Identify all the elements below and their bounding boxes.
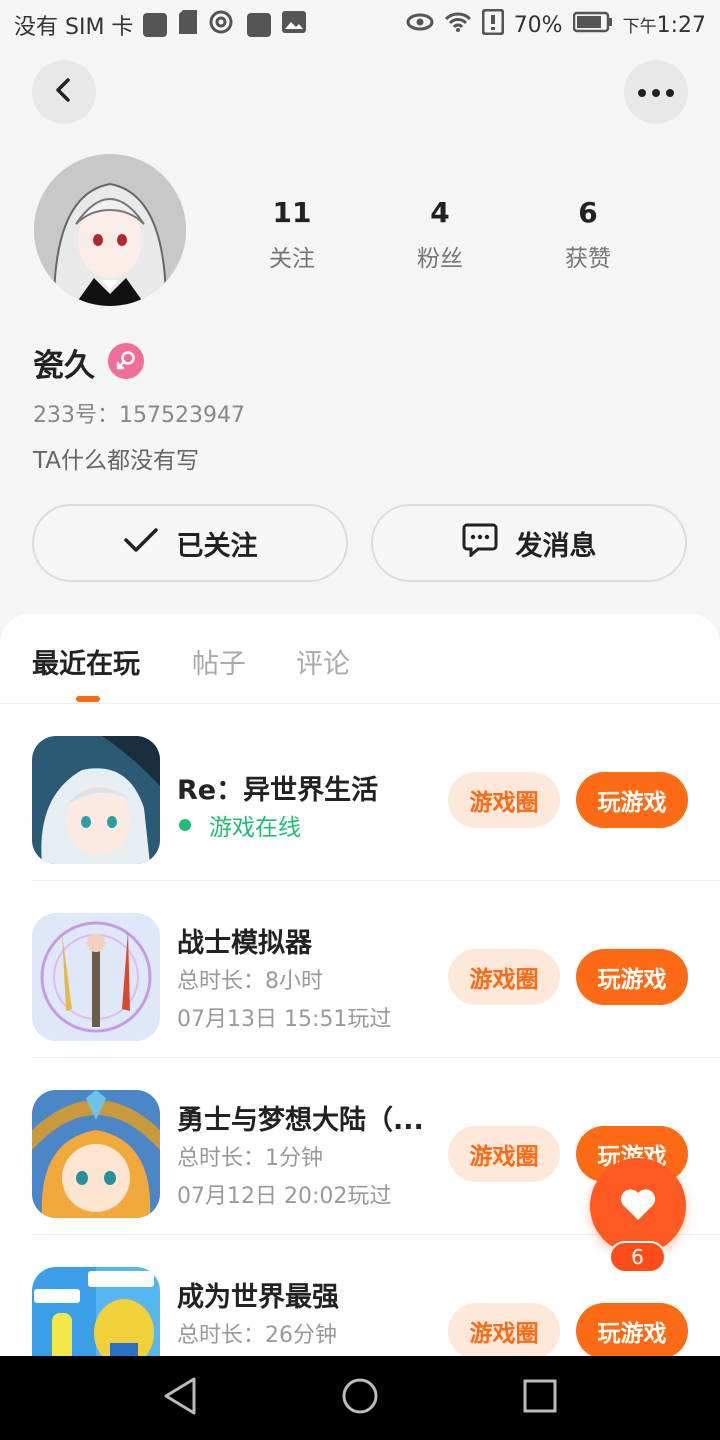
game-circle-button[interactable]: 游戏圈 [448,772,560,828]
more-options-button[interactable] [624,60,688,124]
wifi-icon [444,11,472,39]
nav-recents-button[interactable] [518,1376,562,1420]
more-dots-icon [636,83,676,102]
game-circle-button[interactable]: 游戏圈 [448,1303,560,1356]
stat-number: 6 [578,196,598,229]
game-icon[interactable] [32,1267,160,1356]
circle-home-icon [340,1376,380,1420]
tab-posts[interactable]: 帖子 [192,642,246,681]
message-label: 发消息 [515,530,597,562]
game-icon[interactable] [32,736,160,864]
stat-following[interactable]: 11 关注 [232,196,352,273]
battery-percent: 70% [513,12,563,38]
tab-recently-played[interactable]: 最近在玩 [32,642,140,681]
following-button[interactable]: 已关注 [32,504,348,582]
chat-bubble-icon [462,523,498,564]
alert-icon [481,8,505,41]
play-duration: 总时长：1分钟 [177,1146,323,1171]
stat-number: 4 [430,196,450,229]
game-row[interactable]: Re：异世界生活 游戏在线 游戏圈 玩游戏 [0,704,720,881]
image-icon [281,10,307,40]
like-count-badge: 6 [609,1241,666,1273]
game-row[interactable]: 战士模拟器 总时长：8小时 07月13日 15:51玩过 游戏圈 玩游戏 [0,881,720,1058]
game-name: 成为世界最强 [177,1282,339,1313]
notification-icon [143,13,168,37]
avatar[interactable] [34,154,186,306]
following-label: 已关注 [176,530,258,562]
system-nav-bar [0,1356,720,1440]
last-played: 07月12日 20:02玩过 [177,1184,392,1209]
active-tab-indicator [76,696,100,702]
play-game-button[interactable]: 玩游戏 [576,772,688,828]
online-dot-icon [179,819,191,831]
back-button[interactable] [32,60,96,124]
chevron-left-icon [52,76,76,108]
message-button[interactable]: 发消息 [371,504,687,582]
stat-likes[interactable]: 6 获赞 [528,196,648,273]
heart-icon [618,1186,658,1226]
clock: 1:27 [656,13,706,38]
game-circle-button[interactable]: 游戏圈 [448,1126,560,1182]
like-button[interactable] [590,1158,686,1254]
triangle-back-icon [162,1376,198,1420]
time-prefix: 下午 [622,17,657,37]
nav-back-button[interactable] [158,1376,202,1420]
sd-card-icon [177,9,199,41]
square-recents-icon [522,1378,558,1418]
female-gender-icon [108,343,144,379]
battery-icon [572,11,613,39]
play-duration: 总时长：8小时 [177,969,323,994]
user-id: 233号：157523947 [33,403,245,428]
app-notification-icon [247,13,272,37]
game-circle-button[interactable]: 游戏圈 [448,949,560,1005]
online-status-label: 游戏在线 [209,815,301,841]
last-played: 07月13日 15:51玩过 [177,1007,392,1032]
stat-label: 获赞 [565,246,611,272]
eye-icon [406,12,434,38]
nav-home-button[interactable] [338,1376,382,1420]
game-name: Re：异世界生活 [177,775,379,806]
game-name: 勇士与梦想大陆（... [177,1105,424,1136]
stat-label: 粉丝 [417,246,463,272]
nickname: 瓷久 [33,348,95,384]
stat-number: 11 [272,196,312,229]
tab-comments[interactable]: 评论 [296,642,350,681]
game-icon[interactable] [32,1090,160,1218]
status-bar: 没有 SIM 卡 70% 下午1:27 [0,0,720,50]
bio: TA什么都没有写 [33,448,199,474]
play-game-button[interactable]: 玩游戏 [576,1303,688,1356]
game-icon[interactable] [32,913,160,1041]
game-name: 战士模拟器 [177,928,312,959]
hotspot-icon [209,9,237,41]
tab-bar: 最近在玩 帖子 评论 [0,614,720,704]
play-duration: 总时长：26分钟 [177,1323,337,1348]
stat-label: 关注 [269,246,315,272]
check-icon [123,526,159,561]
online-status: 游戏在线 [177,808,301,842]
play-game-button[interactable]: 玩游戏 [576,949,688,1005]
carrier-label: 没有 SIM 卡 [14,15,134,40]
stat-followers[interactable]: 4 粉丝 [380,196,500,273]
